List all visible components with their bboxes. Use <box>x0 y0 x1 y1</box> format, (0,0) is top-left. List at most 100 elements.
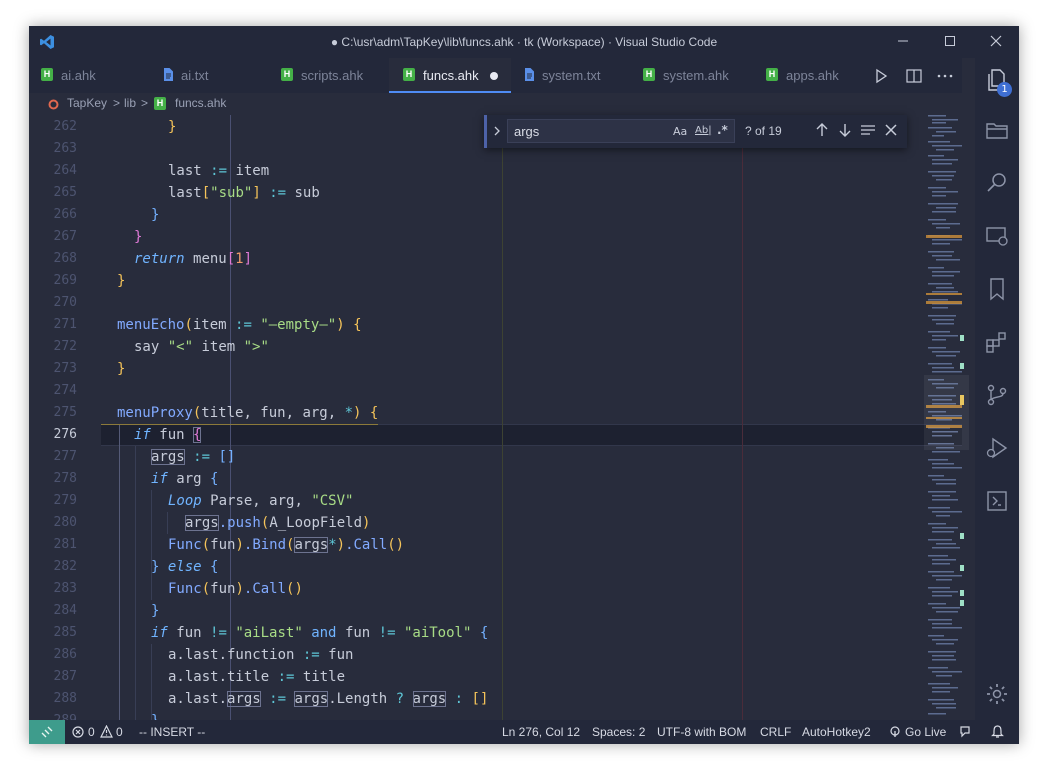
status-bar: 0 0 -- INSERT -- Ln 276, Col 12 Spaces: … <box>29 720 1019 744</box>
unsaved-dot-icon[interactable] <box>490 72 498 80</box>
tab-label: scripts.ahk <box>301 68 364 83</box>
code-line: if fun != "aiLast" and fun != "aiTool" { <box>101 622 488 644</box>
close-icon[interactable] <box>882 121 900 139</box>
find-match: args <box>294 537 329 553</box>
error-count[interactable]: 0 <box>88 725 95 739</box>
ahk-file-icon: H <box>766 68 778 81</box>
code-token: "aiTool" <box>403 625 472 641</box>
code-line: Func(fun).Call() <box>101 578 303 600</box>
code-line: args.push(A_LoopField) <box>101 512 370 534</box>
find-query: args <box>514 124 540 139</box>
code-token: .Call <box>345 537 388 553</box>
text-file-icon <box>164 68 173 81</box>
run-icon[interactable] <box>871 66 891 86</box>
code-token: a.last.title <box>168 669 270 685</box>
code-line: last := item <box>101 160 269 182</box>
code-token: item <box>235 163 270 179</box>
tab-system-ahk[interactable]: H system.ahk <box>631 58 753 93</box>
line-number: 286 <box>53 647 77 662</box>
code-token: item <box>192 317 227 333</box>
line-endings[interactable]: CRLF <box>760 725 791 739</box>
tab-label: apps.ahk <box>786 68 839 83</box>
close-window-button[interactable] <box>973 26 1019 58</box>
run-debug-icon[interactable] <box>985 436 1009 460</box>
breadcrumb-file[interactable]: funcs.ahk <box>175 96 226 110</box>
more-actions-icon[interactable] <box>935 66 955 86</box>
split-editor-icon[interactable] <box>904 66 924 86</box>
tab-ai-ahk[interactable]: H ai.ahk <box>29 58 147 93</box>
arrow-up-icon[interactable] <box>813 121 831 139</box>
code-line: } <box>101 204 159 226</box>
line-number: 285 <box>53 625 77 640</box>
tab-apps-ahk[interactable]: H apps.ahk <box>753 58 863 93</box>
warning-icon[interactable] <box>100 725 113 738</box>
line-number: 282 <box>53 559 77 574</box>
line-number: 265 <box>53 185 77 200</box>
line-number: 288 <box>53 691 77 706</box>
search-icon[interactable] <box>985 171 1009 195</box>
code-token: a.last.function <box>168 647 295 663</box>
code-token: ] <box>252 185 261 201</box>
explorer-badge: 1 <box>997 82 1012 97</box>
code-line: } <box>101 358 125 380</box>
feedback-icon[interactable] <box>959 725 973 739</box>
code-token: fun <box>210 581 236 597</box>
line-number: 268 <box>53 251 77 266</box>
code-token: () <box>286 581 303 597</box>
folder-icon[interactable] <box>985 118 1009 142</box>
terminal-icon[interactable] <box>985 489 1009 513</box>
remote-indicator[interactable] <box>29 720 65 744</box>
arrow-down-icon[interactable] <box>836 121 854 139</box>
folder-root-icon <box>48 99 59 110</box>
go-live-button[interactable]: Go Live <box>905 725 946 739</box>
tab-scripts-ahk[interactable]: H scripts.ahk <box>265 58 389 93</box>
minimap[interactable] <box>924 115 969 720</box>
extensions-icon[interactable] <box>985 330 1009 354</box>
code-token: title <box>302 669 346 685</box>
code-token: 1 <box>235 251 244 267</box>
find-match: args <box>294 691 329 707</box>
breadcrumb-root[interactable]: TapKey <box>67 96 107 110</box>
line-number: 289 <box>39 710 77 720</box>
code-token: := <box>269 185 287 201</box>
broadcast-icon <box>890 726 900 737</box>
code-token: } <box>168 119 177 135</box>
regex-toggle[interactable]: .* <box>717 123 728 137</box>
code-line: } <box>101 600 159 622</box>
indentation[interactable]: Spaces: 2 <box>592 725 645 739</box>
cursor-position[interactable]: Ln 276, Col 12 <box>502 725 580 739</box>
line-number: 271 <box>53 317 77 332</box>
bookmark-icon[interactable] <box>985 277 1009 301</box>
encoding[interactable]: UTF-8 with BOM <box>657 725 746 739</box>
line-number: 279 <box>53 493 77 508</box>
code-token: := <box>193 449 211 465</box>
code-line: a.last.title := title <box>101 666 345 688</box>
code-token: := <box>269 691 287 707</box>
gear-icon[interactable] <box>985 682 1009 706</box>
code-token: "sub" <box>210 185 253 201</box>
window-title: ● C:\usr\adm\TapKey\lib\funcs.ahk · tk (… <box>330 35 718 49</box>
code-token: and <box>311 625 337 641</box>
chevron-right-icon[interactable] <box>491 125 503 137</box>
tab-ai-txt[interactable]: ai.txt <box>147 58 265 93</box>
code-editor[interactable]: 262 263 264 265 266 267 268 269 270 271 … <box>29 115 962 720</box>
tab-system-txt[interactable]: system.txt <box>511 58 631 93</box>
error-icon[interactable] <box>72 726 84 738</box>
minimize-button[interactable] <box>880 26 926 58</box>
text-file-icon <box>525 68 534 81</box>
line-number: 270 <box>53 295 77 310</box>
find-input[interactable]: args Aa Ab| .* <box>507 119 735 143</box>
warning-count[interactable]: 0 <box>116 725 123 739</box>
maximize-button[interactable] <box>927 26 973 58</box>
tab-funcs-ahk[interactable]: H funcs.ahk <box>389 58 511 93</box>
source-control-icon[interactable] <box>985 383 1009 407</box>
breadcrumb-folder[interactable]: lib <box>124 96 136 110</box>
language-mode[interactable]: AutoHotkey2 <box>802 725 871 739</box>
match-case-toggle[interactable]: Aa <box>673 125 687 138</box>
whole-word-toggle[interactable]: Ab| <box>695 125 712 136</box>
bell-icon[interactable] <box>991 725 1004 739</box>
code-token: if <box>151 471 168 487</box>
remote-explorer-icon[interactable] <box>985 224 1009 248</box>
find-in-selection-icon[interactable] <box>859 121 877 139</box>
code-line: } <box>101 710 159 720</box>
